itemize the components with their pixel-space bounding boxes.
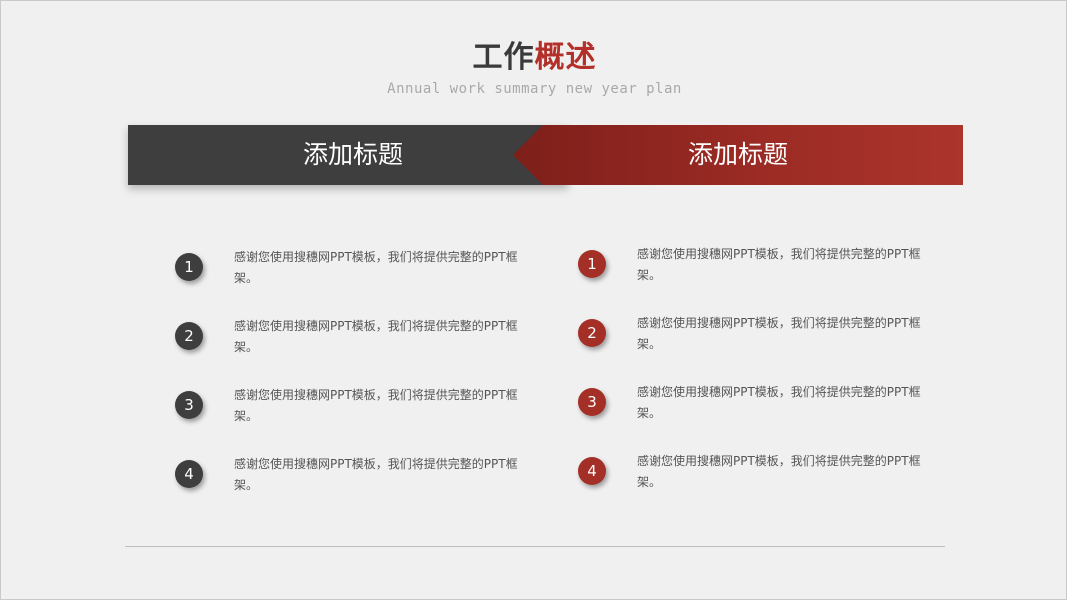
page-subtitle: Annual work summary new year plan	[387, 81, 682, 97]
right-item-1-text: 感谢您使用搜穗网PPT模板，我们将提供完整的PPT框架。	[637, 247, 921, 282]
banner-right-title: 添加标题	[687, 140, 788, 169]
left-item-3-number-badge: 3	[175, 391, 203, 419]
bottom-divider	[125, 546, 945, 547]
left-item-2-text: 感谢您使用搜穗网PPT模板，我们将提供完整的PPT框架。	[234, 319, 518, 354]
page-title-part1: 工作	[472, 40, 535, 75]
left-item-4-text: 感谢您使用搜穗网PPT模板，我们将提供完整的PPT框架。	[234, 457, 518, 492]
right-item-2-number-badge: 2	[578, 319, 606, 347]
left-item-1-text: 感谢您使用搜穗网PPT模板，我们将提供完整的PPT框架。	[234, 250, 518, 285]
right-item-3-text: 感谢您使用搜穗网PPT模板，我们将提供完整的PPT框架。	[637, 385, 921, 420]
right-item-3-number-badge: 3	[578, 388, 606, 416]
left-item-3-text: 感谢您使用搜穗网PPT模板，我们将提供完整的PPT框架。	[234, 388, 518, 423]
right-item-4-text: 感谢您使用搜穗网PPT模板，我们将提供完整的PPT框架。	[637, 454, 921, 489]
right-item-1-number-badge: 1	[578, 250, 606, 278]
page-title-part2: 概述	[534, 40, 597, 75]
page-title: 工作概述	[1, 39, 1067, 77]
banner-left-title: 添加标题	[302, 140, 403, 169]
left-item-2-number-badge: 2	[175, 322, 203, 350]
left-item-4-number-badge: 4	[175, 460, 203, 488]
right-item-4-number-badge: 4	[578, 457, 606, 485]
slide: 工作概述 Annual work summary new year plan 添…	[0, 0, 1067, 600]
right-item-2-text: 感谢您使用搜穗网PPT模板，我们将提供完整的PPT框架。	[637, 316, 921, 351]
left-item-1-number-badge: 1	[175, 253, 203, 281]
